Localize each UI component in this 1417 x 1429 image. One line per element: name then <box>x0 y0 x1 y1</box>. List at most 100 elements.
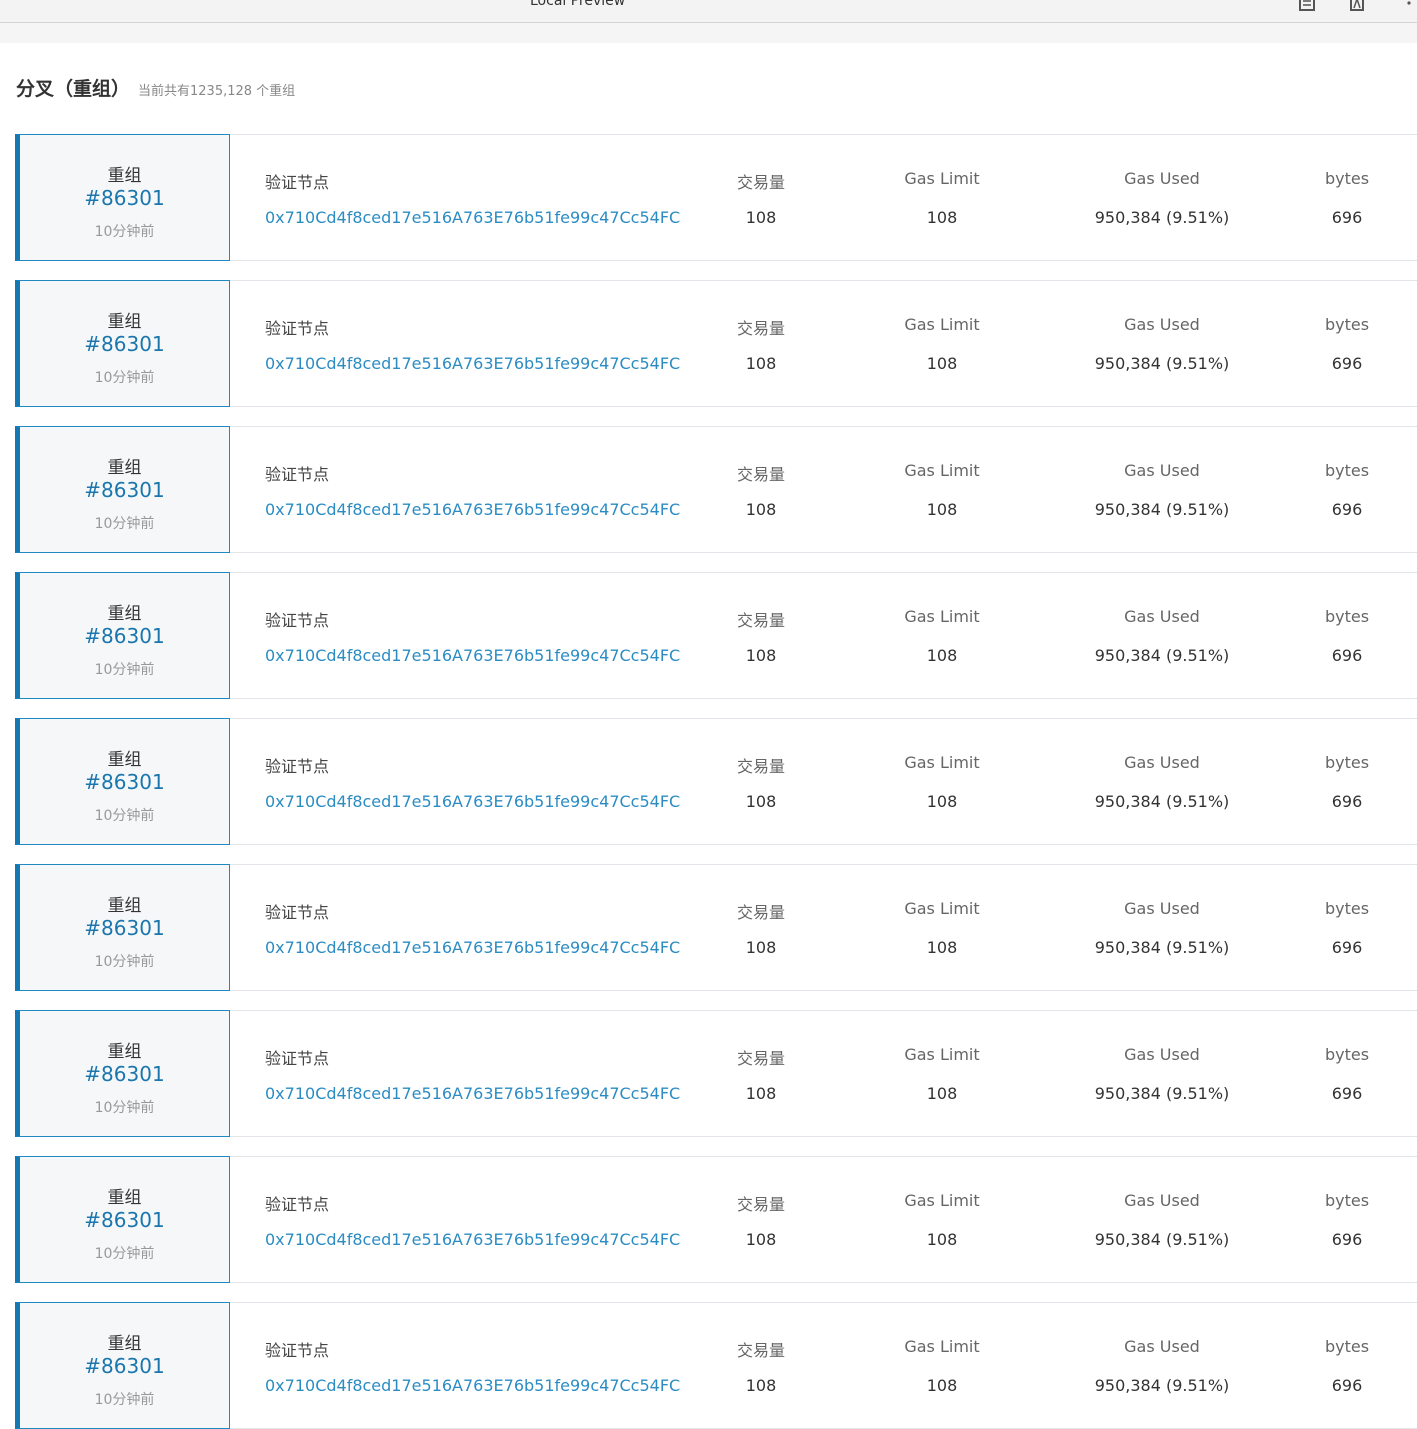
bytes-label: bytes <box>1324 1045 1370 1064</box>
fork-block-number[interactable]: #86301 <box>20 186 229 210</box>
gas-used-value: 950,384 (9.51%) <box>1094 354 1230 373</box>
bytes-label: bytes <box>1324 899 1370 918</box>
fork-block-number[interactable]: #86301 <box>20 1062 229 1086</box>
gas-used-label: Gas Used <box>1124 1191 1200 1210</box>
fork-block-number[interactable]: #86301 <box>20 478 229 502</box>
gas-used-label: Gas Used <box>1124 607 1200 626</box>
bytes-value: 696 <box>1331 792 1363 811</box>
gas-limit-label: Gas Limit <box>904 1337 980 1356</box>
tx-count-value: 108 <box>745 1230 777 1249</box>
gas-limit-label: Gas Limit <box>904 899 980 918</box>
gas-limit-value: 108 <box>926 208 958 227</box>
validator-label: 验证节点 <box>265 1049 330 1068</box>
fork-row[interactable]: 重组 #86301 10分钟前 验证节点 0x710Cd4f8ced17e516… <box>15 1010 1417 1137</box>
validator-label: 验证节点 <box>265 1341 330 1360</box>
fork-block-label: 重组 <box>107 750 142 770</box>
bytes-label: bytes <box>1324 1337 1370 1356</box>
gas-used-label: Gas Used <box>1124 753 1200 772</box>
fork-block-label: 重组 <box>107 1188 142 1208</box>
gas-used-label: Gas Used <box>1124 315 1200 334</box>
bytes-value: 696 <box>1331 938 1363 957</box>
bytes-label: bytes <box>1324 315 1370 334</box>
validator-address-link[interactable]: 0x710Cd4f8ced17e516A763E76b51fe99c47Cc54… <box>265 208 680 227</box>
bytes-value: 696 <box>1331 500 1363 519</box>
window-title: Local Preview <box>530 0 626 9</box>
tx-count-label: 交易量 <box>736 611 785 630</box>
fork-row[interactable]: 重组 #86301 10分钟前 验证节点 0x710Cd4f8ced17e516… <box>15 426 1417 553</box>
fork-block-label: 重组 <box>107 896 142 916</box>
fork-block-number[interactable]: #86301 <box>20 1354 229 1378</box>
fork-block-card[interactable]: 重组 #86301 10分钟前 <box>15 280 230 407</box>
fork-block-card[interactable]: 重组 #86301 10分钟前 <box>15 864 230 991</box>
document-icon[interactable] <box>1298 0 1316 12</box>
fork-block-card[interactable]: 重组 #86301 10分钟前 <box>15 426 230 553</box>
fork-block-label: 重组 <box>107 312 142 332</box>
fork-block-time: 10分钟前 <box>94 954 155 970</box>
gas-limit-value: 108 <box>926 646 958 665</box>
tx-count-value: 108 <box>745 646 777 665</box>
validator-address-link[interactable]: 0x710Cd4f8ced17e516A763E76b51fe99c47Cc54… <box>265 1230 680 1249</box>
validator-label: 验证节点 <box>265 1195 330 1214</box>
fork-row[interactable]: 重组 #86301 10分钟前 验证节点 0x710Cd4f8ced17e516… <box>15 572 1417 699</box>
gas-used-label: Gas Used <box>1124 169 1200 188</box>
fork-block-card[interactable]: 重组 #86301 10分钟前 <box>15 1302 230 1429</box>
fork-row[interactable]: 重组 #86301 10分钟前 验证节点 0x710Cd4f8ced17e516… <box>15 1302 1417 1429</box>
gas-used-value: 950,384 (9.51%) <box>1094 208 1230 227</box>
fork-block-number[interactable]: #86301 <box>20 332 229 356</box>
bytes-label: bytes <box>1324 169 1370 188</box>
gas-used-value: 950,384 (9.51%) <box>1094 646 1230 665</box>
tx-count-value: 108 <box>745 792 777 811</box>
validator-address-link[interactable]: 0x710Cd4f8ced17e516A763E76b51fe99c47Cc54… <box>265 646 680 665</box>
pdf-icon[interactable] <box>1348 0 1366 12</box>
fork-block-card[interactable]: 重组 #86301 10分钟前 <box>15 718 230 845</box>
validator-address-link[interactable]: 0x710Cd4f8ced17e516A763E76b51fe99c47Cc54… <box>265 792 680 811</box>
bytes-value: 696 <box>1331 646 1363 665</box>
fork-block-time: 10分钟前 <box>94 1392 155 1408</box>
validator-address-link[interactable]: 0x710Cd4f8ced17e516A763E76b51fe99c47Cc54… <box>265 1084 680 1103</box>
gas-limit-value: 108 <box>926 792 958 811</box>
bytes-label: bytes <box>1324 753 1370 772</box>
gas-used-value: 950,384 (9.51%) <box>1094 1084 1230 1103</box>
tx-count-label: 交易量 <box>736 465 785 484</box>
fork-block-time: 10分钟前 <box>94 1100 155 1116</box>
validator-label: 验证节点 <box>265 465 330 484</box>
fork-block-time: 10分钟前 <box>94 224 155 240</box>
fork-block-card[interactable]: 重组 #86301 10分钟前 <box>15 1010 230 1137</box>
fork-row[interactable]: 重组 #86301 10分钟前 验证节点 0x710Cd4f8ced17e516… <box>15 864 1417 991</box>
bytes-label: bytes <box>1324 607 1370 626</box>
tx-count-label: 交易量 <box>736 757 785 776</box>
validator-address-link[interactable]: 0x710Cd4f8ced17e516A763E76b51fe99c47Cc54… <box>265 938 680 957</box>
more-icon[interactable] <box>1404 0 1414 12</box>
fork-row[interactable]: 重组 #86301 10分钟前 验证节点 0x710Cd4f8ced17e516… <box>15 718 1417 845</box>
page-header: 分叉（重组） 当前共有1235,128 个重组 <box>16 74 295 101</box>
fork-block-card[interactable]: 重组 #86301 10分钟前 <box>15 572 230 699</box>
fork-block-number[interactable]: #86301 <box>20 770 229 794</box>
fork-row[interactable]: 重组 #86301 10分钟前 验证节点 0x710Cd4f8ced17e516… <box>15 134 1417 261</box>
bytes-value: 696 <box>1331 354 1363 373</box>
tx-count-value: 108 <box>745 938 777 957</box>
bytes-value: 696 <box>1331 1084 1363 1103</box>
gas-limit-value: 108 <box>926 500 958 519</box>
validator-address-link[interactable]: 0x710Cd4f8ced17e516A763E76b51fe99c47Cc54… <box>265 500 680 519</box>
fork-block-card[interactable]: 重组 #86301 10分钟前 <box>15 1156 230 1283</box>
fork-block-card[interactable]: 重组 #86301 10分钟前 <box>15 134 230 261</box>
fork-block-number[interactable]: #86301 <box>20 624 229 648</box>
validator-label: 验证节点 <box>265 611 330 630</box>
fork-block-number[interactable]: #86301 <box>20 1208 229 1232</box>
fork-row[interactable]: 重组 #86301 10分钟前 验证节点 0x710Cd4f8ced17e516… <box>15 280 1417 407</box>
fork-block-label: 重组 <box>107 1334 142 1354</box>
gas-limit-label: Gas Limit <box>904 607 980 626</box>
tx-count-label: 交易量 <box>736 1049 785 1068</box>
fork-row[interactable]: 重组 #86301 10分钟前 验证节点 0x710Cd4f8ced17e516… <box>15 1156 1417 1283</box>
fork-block-number[interactable]: #86301 <box>20 916 229 940</box>
tx-count-value: 108 <box>745 354 777 373</box>
tx-count-label: 交易量 <box>736 903 785 922</box>
gas-limit-label: Gas Limit <box>904 753 980 772</box>
gas-used-label: Gas Used <box>1124 1045 1200 1064</box>
bytes-label: bytes <box>1324 1191 1370 1210</box>
validator-address-link[interactable]: 0x710Cd4f8ced17e516A763E76b51fe99c47Cc54… <box>265 354 680 373</box>
fork-block-label: 重组 <box>107 458 142 478</box>
fork-block-time: 10分钟前 <box>94 662 155 678</box>
gas-used-label: Gas Used <box>1124 899 1200 918</box>
tx-count-label: 交易量 <box>736 1195 785 1214</box>
